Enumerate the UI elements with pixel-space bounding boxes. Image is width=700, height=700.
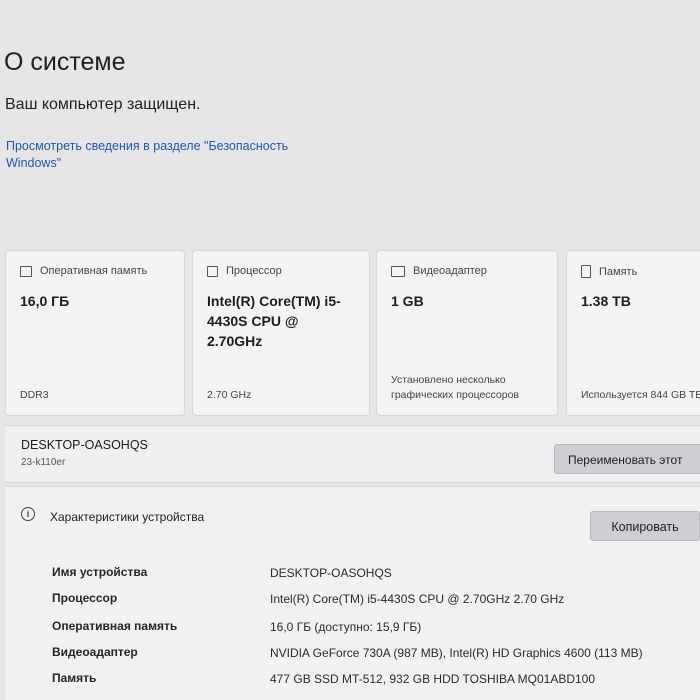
memory-icon	[20, 265, 32, 277]
spec-key: Имя устройства	[52, 565, 148, 579]
card-label: Память	[599, 265, 638, 278]
spec-value: 16,0 ГБ (доступно: 15,9 ГБ)	[270, 620, 422, 634]
processor-card: Процессор Intel(R) Core(TM) i5-4430S CPU…	[192, 250, 370, 416]
card-value: 1 GB	[391, 293, 424, 309]
info-icon: i	[21, 507, 35, 521]
spec-key: Память	[52, 671, 97, 685]
device-name-bar: DESKTOP-OASOHQS 23-k110er Переименовать …	[5, 425, 700, 483]
storage-icon	[581, 265, 591, 278]
ram-card: Оперативная память 16,0 ГБ DDR3	[5, 250, 185, 416]
card-value: 1.38 TB	[581, 293, 631, 309]
spec-key: Видеоадаптер	[52, 645, 138, 659]
card-label: Процессор	[226, 265, 282, 277]
about-system-page: О системе Ваш компьютер защищен. Просмот…	[0, 0, 700, 700]
specs-title: Характеристики устройства	[50, 510, 205, 524]
protection-status: Ваш компьютер защищен.	[5, 96, 201, 113]
spec-value: DESKTOP-OASOHQS	[270, 566, 392, 580]
spec-value: NVIDIA GeForce 730A (987 MB), Intel(R) H…	[270, 646, 643, 660]
spec-value: 477 GB SSD MT-512, 932 GB HDD TOSHIBA MQ…	[270, 672, 596, 686]
spec-row: Процессор Intel(R) Core(TM) i5-4430S CPU…	[52, 591, 700, 611]
card-footer: DDR3	[20, 389, 49, 401]
processor-icon	[207, 265, 218, 277]
spec-row: Память 477 GB SSD MT-512, 932 GB HDD TOS…	[52, 671, 700, 691]
storage-card: Память 1.38 TB Используется 844 GB TB	[566, 250, 700, 416]
card-value: Intel(R) Core(TM) i5-4430S CPU @ 2.70GHz	[207, 293, 341, 349]
spec-key: Оперативная память	[52, 619, 178, 633]
page-title: О системе	[4, 48, 126, 76]
card-footer: Используется 844 GB TB	[581, 389, 700, 401]
spec-row: Имя устройства DESKTOP-OASOHQS	[52, 565, 700, 585]
card-value: 16,0 ГБ	[20, 293, 70, 309]
card-footer: 2.70 GHz	[207, 389, 252, 401]
device-model: 23-k110er	[21, 457, 66, 468]
windows-security-link[interactable]: Просмотреть сведения в разделе "Безопасн…	[6, 138, 316, 172]
rename-pc-button[interactable]: Переименовать этот	[554, 444, 700, 474]
spec-row: Оперативная память 16,0 ГБ (доступно: 15…	[52, 619, 700, 639]
spec-key: Процессор	[52, 591, 118, 605]
card-footer: Установлено несколько графических процес…	[391, 374, 520, 401]
device-name: DESKTOP-OASOHQS	[21, 438, 148, 452]
spec-row: Видеоадаптер NVIDIA GeForce 730A (987 MB…	[52, 645, 700, 665]
display-adapter-icon	[391, 265, 405, 277]
spec-value: Intel(R) Core(TM) i5-4430S CPU @ 2.70GHz…	[270, 592, 565, 606]
card-label: Видеоадаптер	[413, 265, 487, 277]
display-adapter-card: Видеоадаптер 1 GB Установлено несколько …	[376, 250, 558, 416]
card-label: Оперативная память	[40, 265, 148, 277]
device-specs-panel: i Характеристики устройства Копировать И…	[5, 486, 700, 700]
copy-button[interactable]: Копировать	[590, 511, 700, 541]
